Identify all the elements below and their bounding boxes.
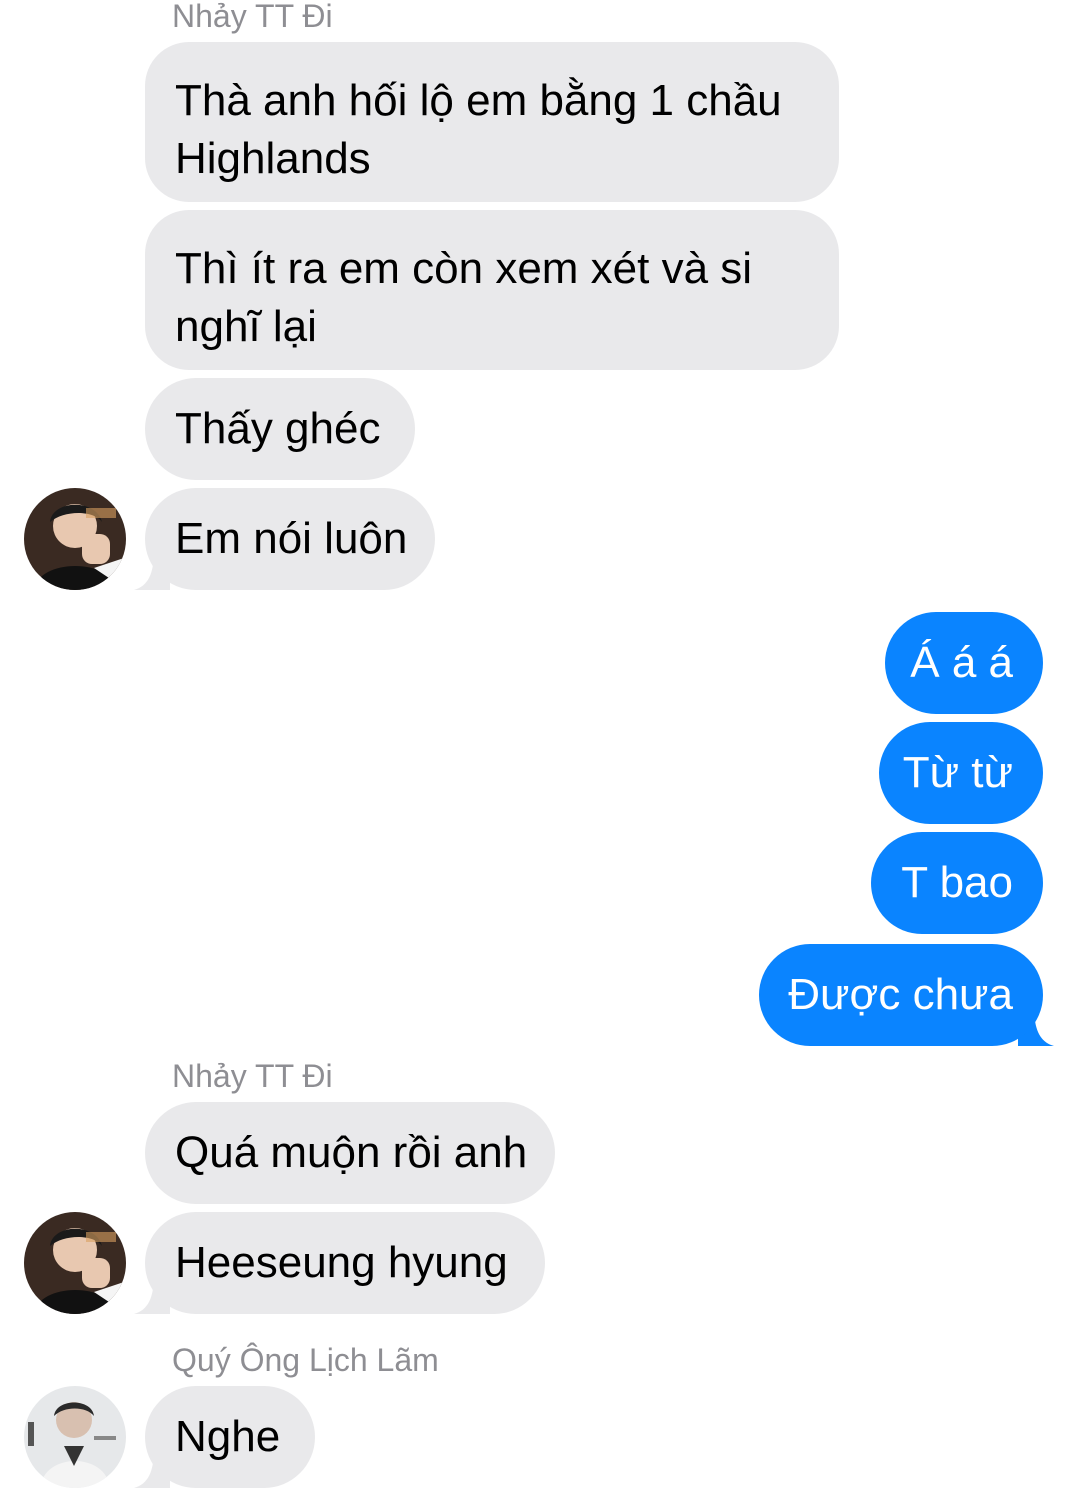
avatar[interactable] <box>24 488 126 590</box>
message-text: Em nói luôn <box>175 514 408 563</box>
message-bubble-incoming[interactable]: Thấy ghéc <box>145 378 415 480</box>
avatar[interactable] <box>24 1212 126 1314</box>
message-text: Quá muộn rồi anh <box>175 1128 528 1177</box>
message-text: Thấy ghéc <box>175 404 381 453</box>
sender-name: Quý Ông Lịch Lãm <box>172 1342 439 1378</box>
message-text: Thì ít ra em còn xem xét và si nghĩ lại <box>175 244 753 351</box>
message-text: Được chưa <box>788 970 1013 1019</box>
message-bubble-incoming[interactable]: Nghe <box>145 1386 315 1488</box>
message-bubble-outgoing[interactable]: Từ từ <box>879 722 1043 824</box>
user-avatar-photo-icon <box>24 1386 126 1488</box>
message-text: T bao <box>901 858 1013 907</box>
message-text: Từ từ <box>902 748 1013 797</box>
avatar[interactable] <box>24 1386 126 1488</box>
message-bubble-incoming[interactable]: Heeseung hyung <box>145 1212 545 1314</box>
message-text: Nghe <box>175 1412 281 1461</box>
message-bubble-incoming[interactable]: Em nói luôn <box>145 488 435 590</box>
sender-name: Nhảy TT Đi <box>172 0 333 34</box>
message-bubble-incoming[interactable]: Thà anh hối lộ em bằng 1 chầu Highlands <box>145 42 839 202</box>
message-bubble-incoming[interactable]: Thì ít ra em còn xem xét và si nghĩ lại <box>145 210 839 370</box>
message-text: Á á á <box>910 638 1013 687</box>
message-bubble-outgoing[interactable]: T bao <box>871 832 1043 934</box>
message-text: Thà anh hối lộ em bằng 1 chầu Highlands <box>175 76 782 183</box>
user-avatar-photo-icon <box>24 488 126 590</box>
message-bubble-outgoing[interactable]: Á á á <box>885 612 1043 714</box>
message-bubble-outgoing[interactable]: Được chưa <box>759 944 1043 1046</box>
message-bubble-incoming[interactable]: Quá muộn rồi anh <box>145 1102 555 1204</box>
message-text: Heeseung hyung <box>175 1238 508 1287</box>
sender-name: Nhảy TT Đi <box>172 1058 333 1094</box>
user-avatar-photo-icon <box>24 1212 126 1314</box>
